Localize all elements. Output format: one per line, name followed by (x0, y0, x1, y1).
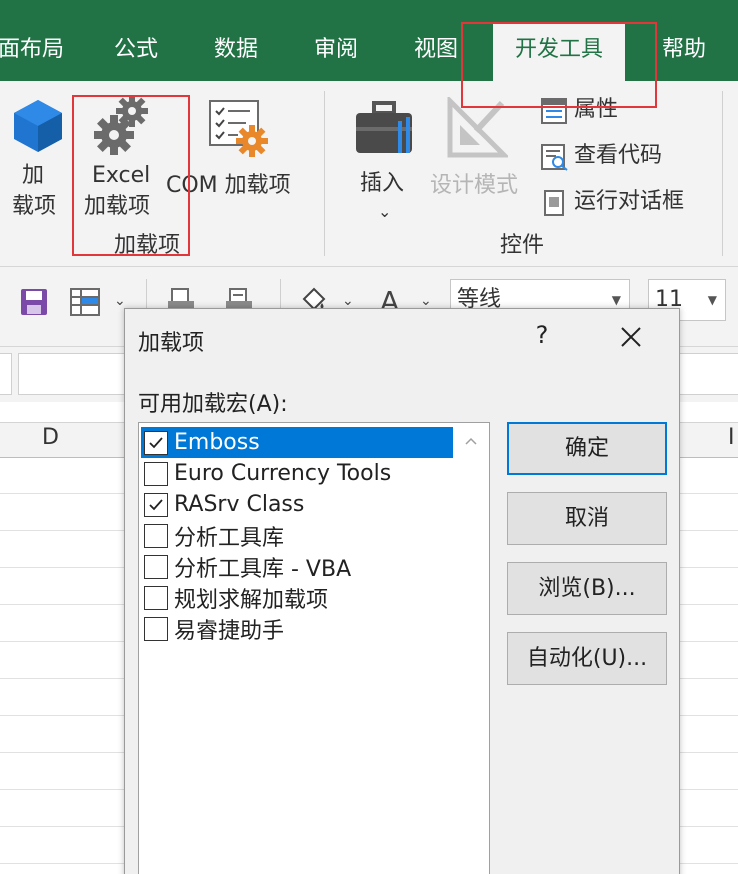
view-code-button[interactable]: 查看代码 (538, 141, 688, 173)
group-separator (722, 91, 723, 256)
insert-dropdown-icon: ⌄ (378, 202, 392, 221)
com-addins-button[interactable]: COM 加载项 (166, 91, 312, 231)
column-header-d[interactable]: D (42, 425, 59, 450)
cancel-button[interactable]: 取消 (507, 492, 667, 545)
addin-list-item[interactable]: 规划求解加载项 (141, 582, 453, 613)
run-dialog-icon (544, 190, 564, 216)
group-separator (324, 91, 325, 256)
ribbon-tab-bar: 面布局 公式 数据 审阅 视图 开发工具 帮助 (0, 0, 738, 81)
form-dropdown-icon[interactable]: ⌄ (114, 293, 126, 309)
controls-group-label: 控件 (500, 233, 545, 258)
run-dialog-label: 运行对话框 (574, 189, 685, 214)
addin-checkbox[interactable] (144, 461, 168, 486)
addin-list-item[interactable]: Euro Currency Tools (141, 458, 453, 489)
addin-checkbox[interactable] (144, 430, 168, 455)
addins-dialog: 加载项 ? 可用加载宏(A): Emboss Euro Currency Tool… (124, 308, 680, 874)
addin-list-item[interactable]: 分析工具库 - VBA (141, 551, 453, 582)
addins-listbox[interactable]: Emboss Euro Currency Tools RASrv Class 分析工具… (138, 422, 490, 874)
checkmark-icon (149, 498, 163, 510)
view-code-icon (541, 144, 568, 171)
form-icon[interactable] (70, 288, 100, 316)
addin-label: 易睿捷助手 (174, 618, 285, 644)
excel-addins-label-line2: 加载项 (84, 194, 151, 219)
addin-list-item[interactable]: Emboss (141, 427, 453, 458)
tab-help[interactable]: 帮助 (662, 30, 706, 70)
available-addins-label: 可用加载宏(A): (138, 392, 288, 417)
design-mode-label: 设计模式 (430, 173, 519, 198)
tab-developer[interactable]: 开发工具 (493, 22, 626, 81)
addin-label: 分析工具库 - VBA (174, 556, 352, 582)
save-icon[interactable] (20, 288, 48, 316)
addin-checkbox[interactable] (144, 585, 168, 610)
addin-label: RASrv Class (174, 492, 305, 517)
insert-control-button[interactable]: 插入 ⌄ (348, 91, 424, 231)
font-color-dropdown-icon[interactable]: ⌄ (420, 293, 432, 309)
dialog-title: 加载项 (138, 331, 205, 356)
addin-label: Emboss (174, 430, 260, 455)
addin-label: 规划求解加载项 (174, 587, 329, 613)
fill-color-dropdown-icon[interactable]: ⌄ (342, 293, 354, 309)
addins-label-line2: 载项 (12, 194, 57, 219)
addin-label: 分析工具库 (174, 525, 285, 551)
properties-icon (541, 98, 567, 124)
ribbon-developer-panel: 加 载项 Excel 加载项 COM 加载项 加载项 插入 ⌄ 设计模式 属性 … (0, 81, 738, 267)
tab-review[interactable]: 审阅 (314, 30, 358, 70)
ok-button[interactable]: 确定 (507, 422, 667, 475)
view-code-label: 查看代码 (574, 143, 663, 168)
addins-label-line1: 加 (22, 163, 45, 188)
run-dialog-button[interactable]: 运行对话框 (538, 187, 708, 219)
toolbox-icon (356, 101, 412, 153)
chevron-down-icon: ▼ (707, 293, 717, 307)
addins-group-label: 加载项 (114, 233, 181, 258)
help-button[interactable]: ? (529, 321, 555, 349)
tab-page-layout[interactable]: 面布局 (0, 30, 64, 70)
design-mode-icon (447, 97, 508, 158)
addin-checkbox[interactable] (144, 554, 168, 579)
name-box[interactable] (0, 353, 12, 395)
gears-icon (94, 95, 148, 155)
com-addins-label: COM 加载项 (166, 173, 291, 198)
tab-formulas[interactable]: 公式 (114, 30, 158, 70)
insert-label: 插入 (360, 171, 405, 196)
addin-checkbox[interactable] (144, 492, 168, 517)
close-button[interactable] (613, 319, 649, 355)
addin-checkbox[interactable] (144, 616, 168, 641)
scroll-up-icon[interactable] (463, 433, 479, 449)
addin-label: Euro Currency Tools (174, 461, 392, 486)
browse-button[interactable]: 浏览(B)... (507, 562, 667, 615)
properties-label: 属性 (574, 97, 619, 122)
addin-list-item[interactable]: 易睿捷助手 (141, 613, 453, 644)
excel-addins-label-line1: Excel (92, 163, 151, 188)
tab-data[interactable]: 数据 (214, 30, 258, 70)
design-mode-button[interactable]: 设计模式 (428, 91, 528, 231)
listbox-scrollbar[interactable] (453, 423, 489, 874)
properties-button[interactable]: 属性 (538, 95, 678, 127)
addins-hexagon-icon (14, 100, 62, 152)
addin-list-item[interactable]: 分析工具库 (141, 520, 453, 551)
addin-list-item[interactable]: RASrv Class (141, 489, 453, 520)
close-icon (621, 327, 641, 347)
com-addins-icon (209, 100, 268, 157)
addin-checkbox[interactable] (144, 523, 168, 548)
tab-view[interactable]: 视图 (414, 30, 458, 70)
column-header-i[interactable]: I (728, 425, 735, 450)
addins-button[interactable]: 加 载项 (0, 81, 74, 231)
checkmark-icon (149, 436, 163, 448)
automation-button[interactable]: 自动化(U)... (507, 632, 667, 685)
